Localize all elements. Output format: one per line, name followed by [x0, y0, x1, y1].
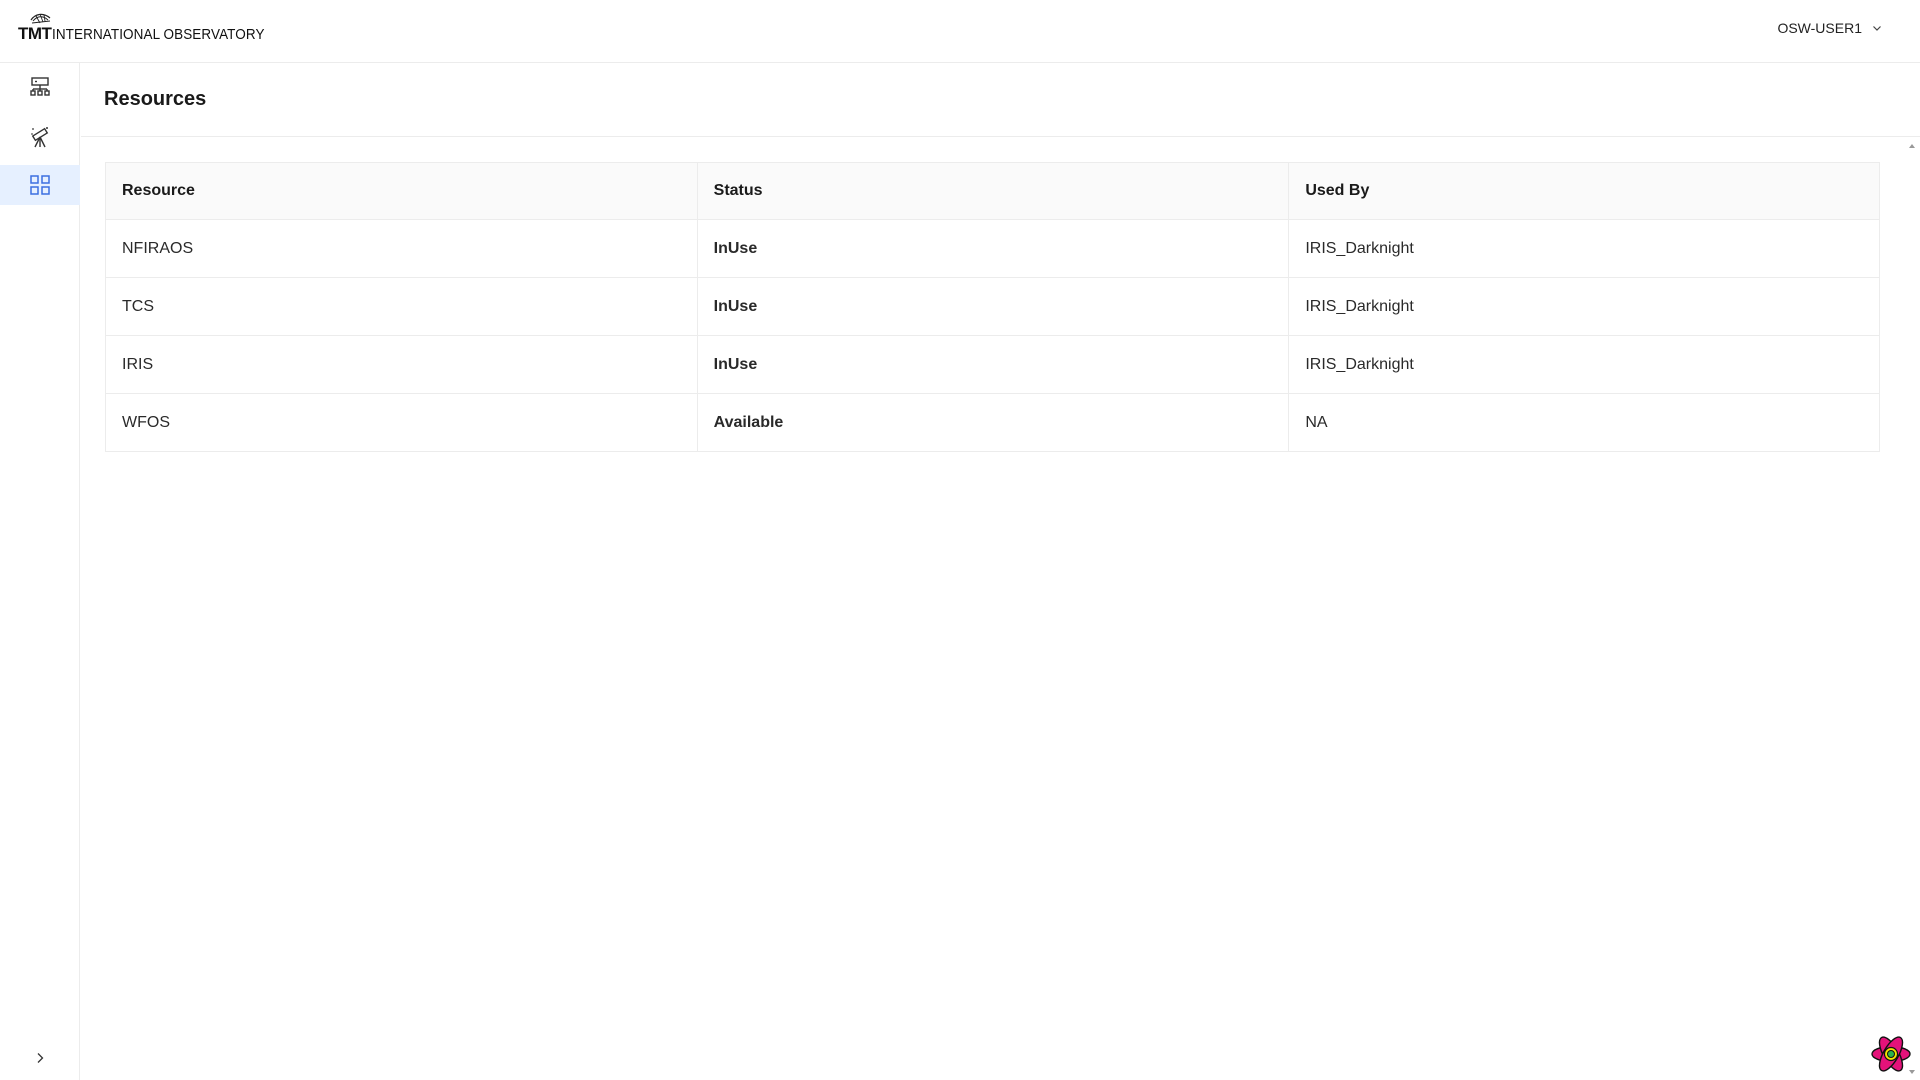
scroll-up-icon[interactable] [1908, 142, 1916, 150]
column-header-used-by[interactable]: Used By [1288, 162, 1880, 220]
cell-used-by: IRIS_Darknight [1288, 335, 1880, 394]
cell-resource: WFOS [105, 393, 698, 452]
logo-tmt: TMT [18, 24, 52, 43]
status-badge: Available [697, 393, 1290, 452]
cell-resource: IRIS [105, 335, 698, 394]
chevron-down-icon [1873, 26, 1881, 31]
chevron-right-icon [37, 1053, 44, 1063]
table-row: NFIRAOS InUse IRIS_Darknight [105, 219, 1880, 278]
cell-resource: NFIRAOS [105, 219, 698, 278]
sidebar-item-telescope[interactable] [0, 117, 80, 157]
logo-mark: TMT [18, 12, 52, 43]
status-badge: InUse [697, 335, 1290, 394]
logo[interactable]: TMT INTERNATIONAL OBSERVATORY [18, 12, 288, 42]
resources-table: Resource Status Used By NFIRAOS InUse IR… [105, 162, 1880, 452]
hierarchy-icon [30, 77, 50, 96]
cell-used-by: NA [1288, 393, 1880, 452]
page-header: Resources [81, 63, 1920, 137]
sidebar-item-resources[interactable] [0, 165, 80, 205]
table-row: WFOS Available NA [105, 393, 1880, 452]
react-devtools-icon[interactable] [1869, 1032, 1913, 1076]
cell-used-by: IRIS_Darknight [1288, 219, 1880, 278]
cell-used-by: IRIS_Darknight [1288, 277, 1880, 336]
app-header: TMT INTERNATIONAL OBSERVATORY OSW-USER1 [0, 0, 1920, 63]
page-title: Resources [104, 88, 207, 110]
cell-resource: TCS [105, 277, 698, 336]
table-header-row: Resource Status Used By [105, 162, 1880, 220]
sidebar-toggle[interactable] [30, 1048, 50, 1068]
table-row: IRIS InUse IRIS_Darknight [105, 335, 1880, 394]
user-menu[interactable]: OSW-USER1 [1777, 20, 1882, 36]
status-badge: InUse [697, 219, 1290, 278]
scrollbar[interactable] [1904, 138, 1920, 1080]
logo-text: INTERNATIONAL OBSERVATORY [52, 26, 265, 43]
telescope-icon [31, 127, 49, 148]
user-name: OSW-USER1 [1777, 20, 1862, 36]
status-badge: InUse [697, 277, 1290, 336]
grid-icon [30, 175, 50, 195]
column-header-status[interactable]: Status [697, 162, 1290, 220]
main-content: Resource Status Used By NFIRAOS InUse IR… [81, 138, 1904, 1080]
table-row: TCS InUse IRIS_Darknight [105, 277, 1880, 336]
sidebar-item-hierarchy[interactable] [0, 67, 80, 107]
column-header-resource[interactable]: Resource [105, 162, 698, 220]
sidebar [0, 63, 80, 1080]
